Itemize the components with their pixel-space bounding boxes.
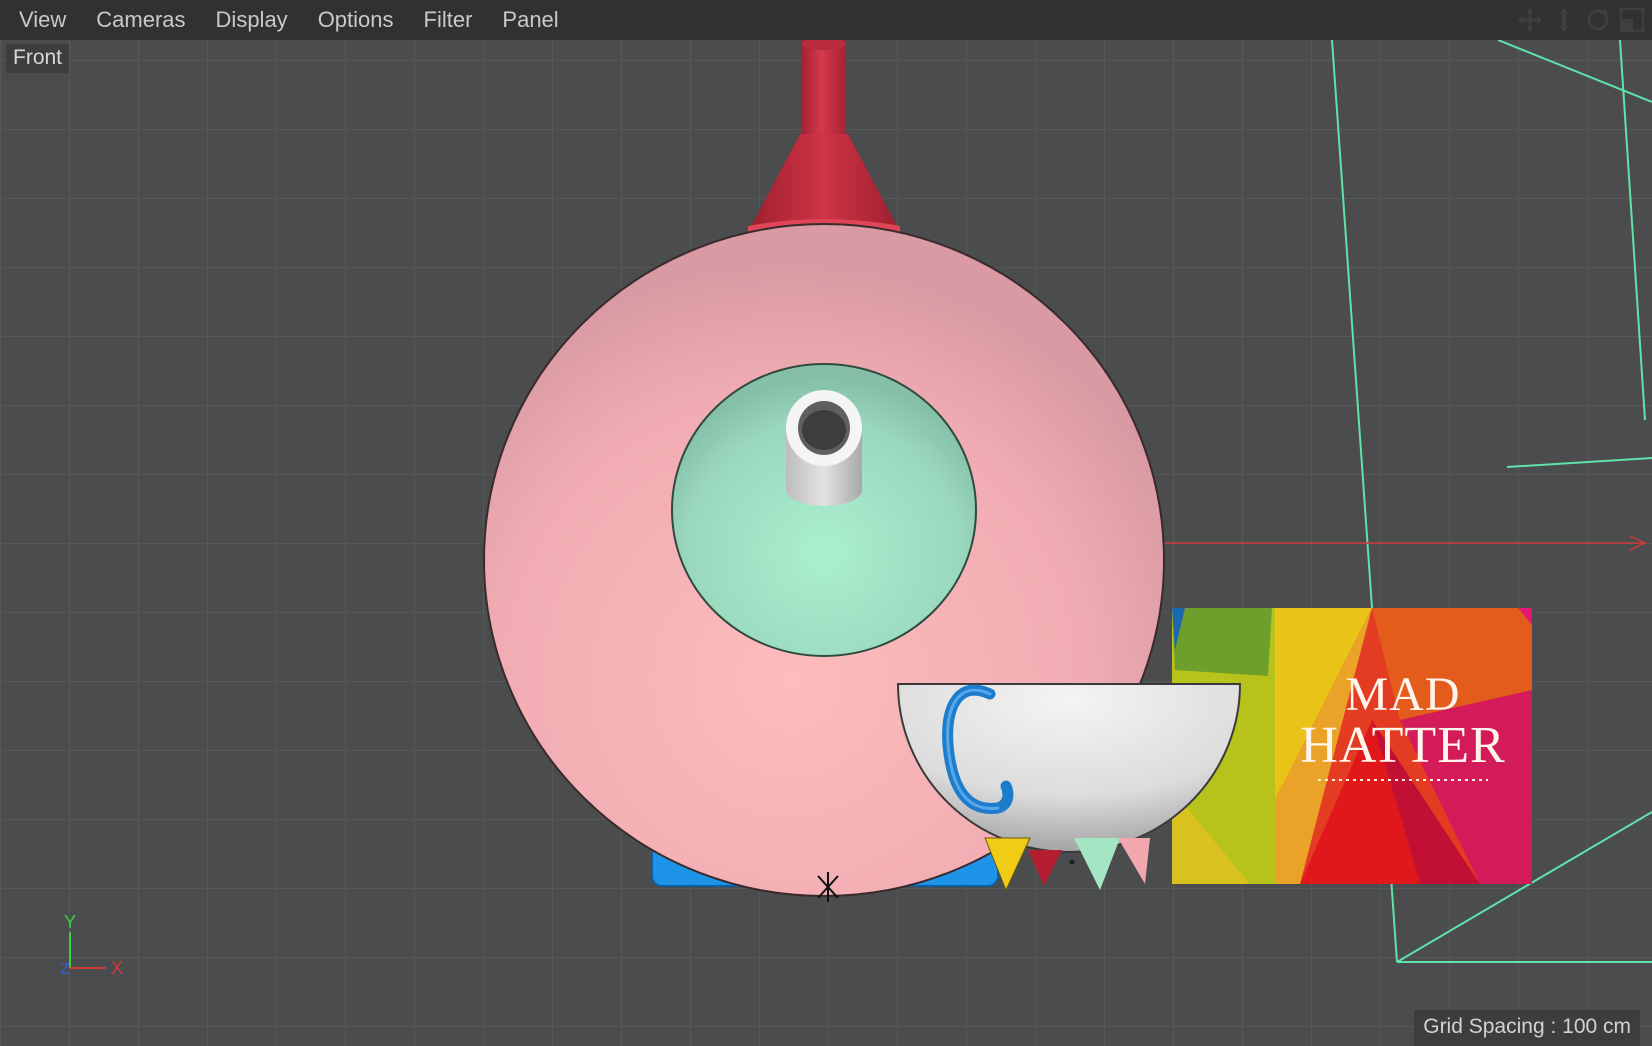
menu-options[interactable]: Options xyxy=(303,0,409,40)
front-viewport[interactable]: MAD HATTER Front Y X Z Grid Spacing: 10… xyxy=(0,40,1652,1046)
move-icon[interactable] xyxy=(1516,6,1544,34)
menu-bar: View Cameras Display Options Filter Pane… xyxy=(0,0,1652,41)
grid-spacing-readout: Grid Spacing : 100 cm xyxy=(1414,1010,1640,1046)
menu-display[interactable]: Display xyxy=(201,0,303,40)
axis-x-label: X xyxy=(111,958,123,978)
viewport-nav-icons xyxy=(1516,4,1646,36)
dolly-icon[interactable] xyxy=(1550,6,1578,34)
x-axis-line xyxy=(1165,535,1647,551)
menu-view[interactable]: View xyxy=(0,0,81,40)
rotate-icon[interactable] xyxy=(1584,6,1612,34)
menu-cameras[interactable]: Cameras xyxy=(81,0,200,40)
scene-canvas[interactable]: MAD HATTER xyxy=(0,40,1652,1046)
poster-title-line2: HATTER xyxy=(1300,717,1505,774)
axis-gizmo: Y X Z xyxy=(60,912,123,978)
axis-y-label: Y xyxy=(64,912,76,932)
poster-title-line1: MAD xyxy=(1345,668,1460,721)
spout[interactable] xyxy=(748,40,900,234)
axis-z-label: Z xyxy=(60,961,70,978)
lid-knob[interactable] xyxy=(786,390,862,506)
menu-panel[interactable]: Panel xyxy=(487,0,573,40)
view-label[interactable]: Front xyxy=(6,44,70,73)
maximize-icon[interactable] xyxy=(1618,6,1646,34)
menu-filter[interactable]: Filter xyxy=(409,0,488,40)
